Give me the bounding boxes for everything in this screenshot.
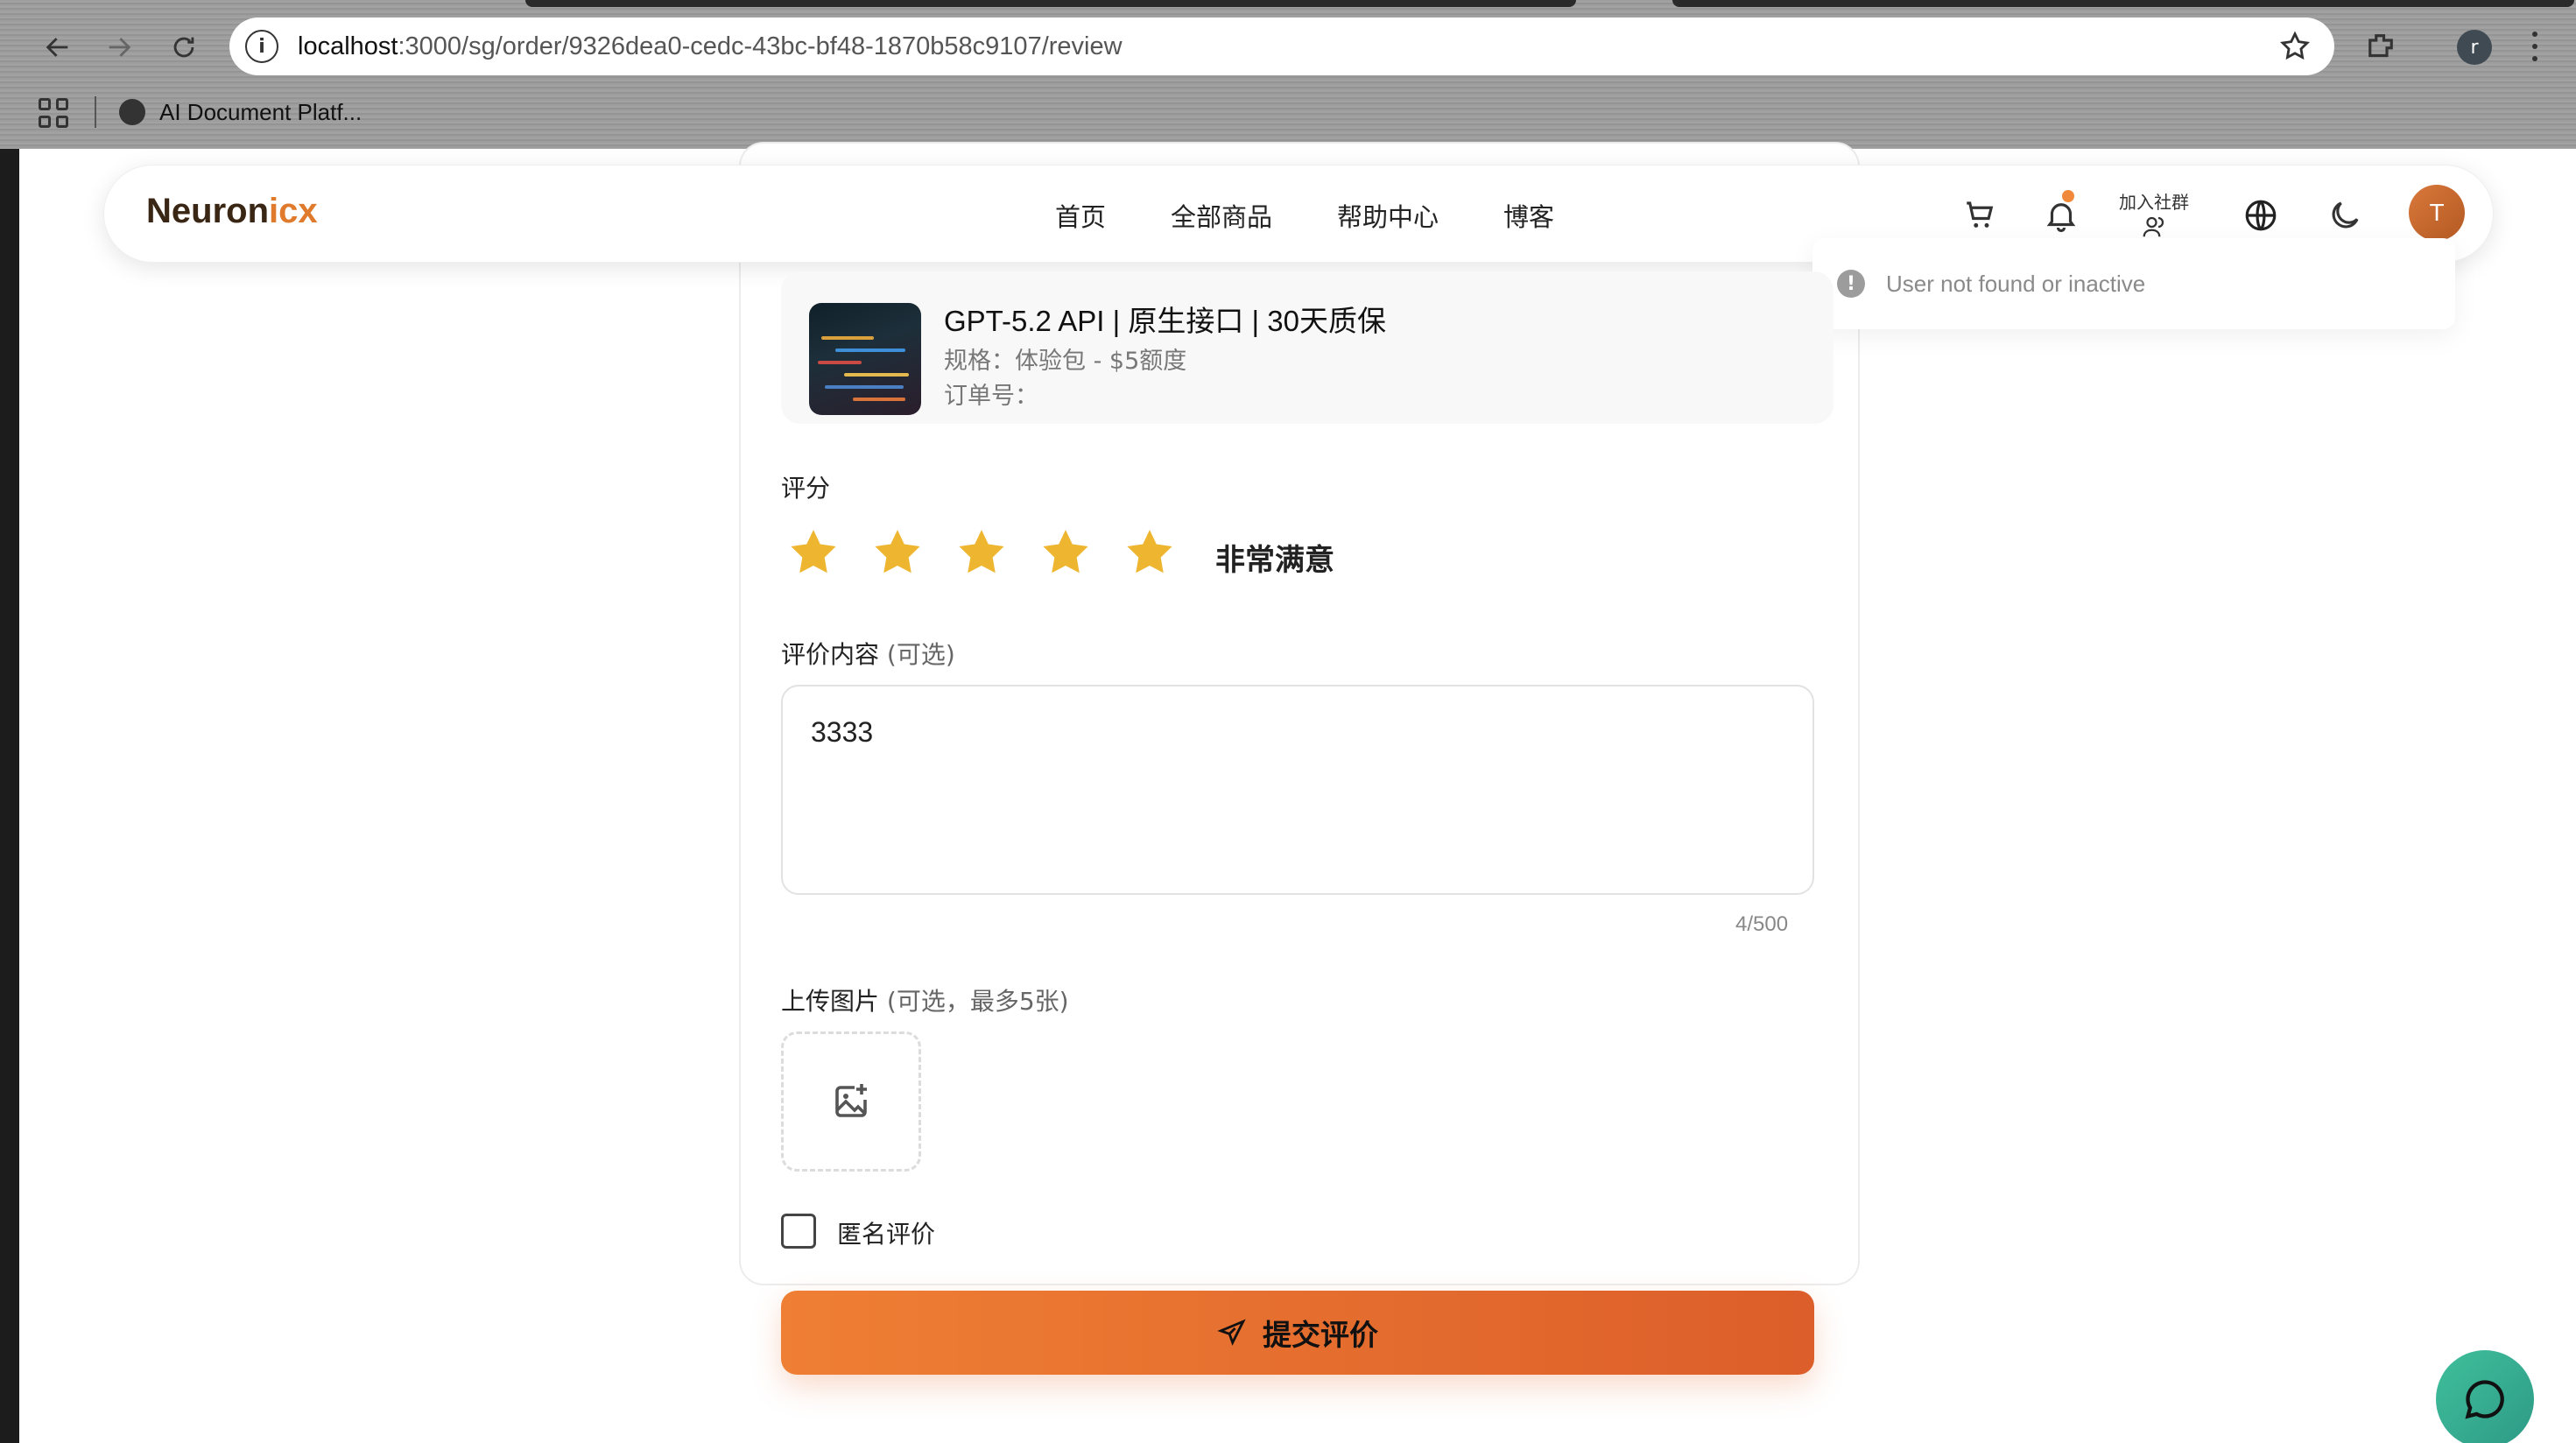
image-upload-button[interactable] <box>781 1031 921 1172</box>
address-bar[interactable]: i localhost:3000/sg/order/9326dea0-cedc-… <box>229 18 2334 75</box>
image-plus-icon <box>835 1084 867 1117</box>
moon-icon[interactable] <box>2326 197 2363 234</box>
bookmark-separator <box>95 96 96 128</box>
url-host: localhost <box>298 32 398 60</box>
nav-all-products[interactable]: 全部商品 <box>1171 197 1272 234</box>
order-number: 订单号： <box>944 383 1038 410</box>
upload-label-hint: (可选，最多5张) <box>886 987 1069 1016</box>
arrow-right-icon <box>109 38 131 57</box>
anonymous-checkbox[interactable] <box>781 1214 816 1249</box>
product-summary: GPT-5.2 API | 原生接口 | 30天质保 规格：体验包 - $5额度… <box>781 271 1833 424</box>
review-label-hint: (可选) <box>886 640 955 669</box>
rating-text: 非常满意 <box>1215 543 1334 578</box>
tab-strip <box>525 0 1576 7</box>
send-icon <box>1217 1319 1246 1346</box>
reload-icon <box>173 37 194 58</box>
bookmark-star-icon[interactable] <box>2278 30 2312 63</box>
user-avatar[interactable]: T <box>2409 185 2465 241</box>
left-window-edge <box>0 0 19 1443</box>
product-thumbnail <box>809 303 921 415</box>
upload-label: 上传图片 (可选，最多5张) <box>781 982 1069 1017</box>
browser-profile-avatar[interactable]: r <box>2457 30 2492 65</box>
tab-strip-right <box>1672 0 2574 7</box>
anonymous-label[interactable]: 匿名评价 <box>837 1215 935 1250</box>
product-title: GPT-5.2 API | 原生接口 | 30天质保 <box>944 305 1386 337</box>
back-button[interactable] <box>37 26 79 68</box>
url-path: :3000/sg/order/9326dea0-cedc-43bc-bf48-1… <box>398 32 1123 60</box>
nav-home[interactable]: 首页 <box>1055 197 1106 234</box>
error-toast: ! User not found or inactive <box>1812 238 2455 329</box>
join-community-button[interactable]: 加入社群 <box>2115 188 2193 243</box>
logo-part-a: Neuron <box>146 192 269 230</box>
browser-menu-icon[interactable] <box>2522 28 2548 65</box>
cart-icon[interactable] <box>1962 197 1999 234</box>
star-icon-1[interactable] <box>786 525 841 580</box>
url-text[interactable]: localhost:3000/sg/order/9326dea0-cedc-43… <box>298 32 1123 61</box>
star-icon-2[interactable] <box>870 525 925 580</box>
product-spec: 规格：体验包 - $5额度 <box>944 348 1187 375</box>
star-icon-5[interactable] <box>1123 525 1177 580</box>
star-icon-3[interactable] <box>954 525 1009 580</box>
arrow-left-icon <box>46 38 68 57</box>
nav-blog[interactable]: 博客 <box>1503 197 1554 234</box>
bookmark-item[interactable]: AI Document Platf... <box>119 95 362 130</box>
extensions-icon[interactable] <box>2362 28 2399 65</box>
bookmark-label: AI Document Platf... <box>159 98 362 125</box>
toast-message: User not found or inactive <box>1886 270 2146 297</box>
review-textarea[interactable]: 3333 <box>781 685 1814 895</box>
rating-label: 评分 <box>781 474 831 503</box>
char-counter: 4/500 <box>1735 912 1789 936</box>
review-label-text: 评价内容 <box>781 640 880 669</box>
star-rating[interactable] <box>786 525 1177 580</box>
star-icon-4[interactable] <box>1038 525 1093 580</box>
apps-grid-icon[interactable] <box>39 98 68 128</box>
submit-review-button[interactable]: 提交评价 <box>781 1291 1814 1375</box>
globe-language-icon[interactable] <box>2242 197 2279 234</box>
submit-label: 提交评价 <box>1263 1318 1378 1352</box>
browser-chrome: i localhost:3000/sg/order/9326dea0-cedc-… <box>0 0 2576 149</box>
logo-part-b: icx <box>269 192 318 230</box>
users-icon <box>2143 216 2164 237</box>
chat-bubble-icon <box>2465 1380 2504 1419</box>
bell-icon[interactable] <box>2043 197 2080 234</box>
site-info-icon[interactable]: i <box>245 30 278 63</box>
main-nav: 首页 全部商品 帮助中心 博客 <box>1055 197 1554 234</box>
reload-button[interactable] <box>163 26 205 68</box>
forward-button[interactable] <box>98 26 140 68</box>
globe-icon <box>119 99 145 125</box>
page: Neuronicx 首页 全部商品 帮助中心 博客 加入社群 T ! User … <box>19 142 2576 1443</box>
review-content-label: 评价内容 (可选) <box>781 636 955 671</box>
upload-label-text: 上传图片 <box>781 987 880 1016</box>
chat-support-button[interactable] <box>2436 1350 2534 1443</box>
alert-icon: ! <box>1837 270 1865 298</box>
nav-help-center[interactable]: 帮助中心 <box>1337 197 1439 234</box>
notification-dot <box>2062 190 2074 202</box>
logo[interactable]: Neuronicx <box>146 192 318 231</box>
join-label: 加入社群 <box>2119 192 2189 213</box>
